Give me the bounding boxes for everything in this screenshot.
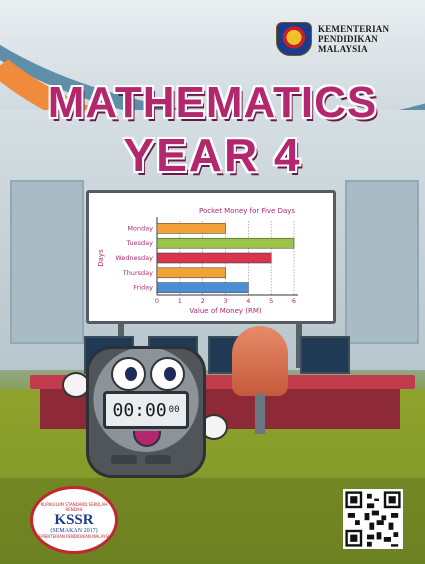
stopwatch-button-right-icon bbox=[145, 455, 171, 464]
stopwatch-mascot: 00:00 00 bbox=[86, 346, 206, 478]
chair bbox=[232, 326, 288, 396]
category-label-wednesday: Wednesday bbox=[115, 254, 153, 262]
kssr-title: KSSR bbox=[54, 511, 94, 528]
kssr-badge: KURIKULUM STANDARD SEKOLAH RENDAH KSSR (… bbox=[30, 486, 118, 554]
category-label-monday: Monday bbox=[127, 224, 153, 232]
qr-code-icon[interactable] bbox=[343, 489, 403, 549]
category-label-thursday: Thursday bbox=[122, 269, 153, 277]
ministry-name: KEMENTERIAN PENDIDIKAN MALAYSIA bbox=[318, 24, 389, 54]
tick-label-6: 6 bbox=[292, 297, 296, 305]
stopwatch-time: 00:00 bbox=[112, 399, 167, 421]
ministry-line-3: MALAYSIA bbox=[318, 44, 368, 54]
book-cover: KEMENTERIAN PENDIDIKAN MALAYSIA MATHEMAT… bbox=[0, 0, 425, 564]
ministry-logo: KEMENTERIAN PENDIDIKAN MALAYSIA bbox=[276, 22, 389, 56]
monitor-right bbox=[300, 336, 350, 374]
chart-board: Pocket Money for Five Days Monday Tuesday… bbox=[86, 190, 336, 324]
title-subject: MATHEMATICS bbox=[47, 78, 378, 127]
bar-monday bbox=[156, 223, 226, 234]
ministry-line-2: PENDIDIKAN bbox=[318, 34, 379, 44]
tick-label-0: 0 bbox=[155, 297, 159, 305]
category-label-tuesday: Tuesday bbox=[126, 239, 154, 247]
tick-label-2: 2 bbox=[201, 297, 205, 305]
title-year: YEAR 4 bbox=[123, 129, 302, 181]
tick-label-3: 3 bbox=[223, 297, 227, 305]
kssr-bottom-text: KEMENTERIAN PENDIDIKAN MALAYSIA bbox=[36, 533, 112, 539]
wall-panel-right bbox=[345, 180, 419, 344]
ministry-line-1: KEMENTERIAN bbox=[318, 24, 390, 34]
tick-label-4: 4 bbox=[246, 297, 250, 305]
mascot-eye-right-icon bbox=[150, 357, 185, 391]
bar-chart: Monday Tuesday Wednesday Thursday Friday0 1 2 3… bbox=[97, 217, 298, 315]
malaysia-crest-icon bbox=[276, 22, 312, 56]
bar-tuesday bbox=[156, 237, 295, 249]
wall-panel-left bbox=[10, 180, 84, 344]
x-axis-label: Value of Money (RM) bbox=[189, 307, 261, 315]
bar-thursday bbox=[156, 267, 226, 279]
category-label-friday: Friday bbox=[133, 284, 153, 292]
tick-label-5: 5 bbox=[269, 297, 273, 305]
kssr-ring-text: KURIKULUM STANDARD SEKOLAH RENDAH bbox=[40, 501, 108, 512]
tick-label-1: 1 bbox=[178, 297, 182, 305]
mascot-eye-left-icon bbox=[111, 357, 146, 391]
stopwatch-hundredths: 00 bbox=[168, 405, 180, 415]
bar-friday bbox=[156, 282, 249, 293]
stopwatch-button-left-icon bbox=[111, 455, 137, 464]
mascot-mouth-icon bbox=[133, 431, 161, 447]
mascot-eyes bbox=[111, 357, 185, 391]
stopwatch-buttons bbox=[111, 455, 171, 464]
y-axis-label: Days bbox=[97, 249, 105, 267]
chair-stem bbox=[255, 394, 265, 434]
bar-wednesday bbox=[156, 252, 272, 264]
stopwatch-display: 00:00 00 bbox=[103, 391, 189, 429]
